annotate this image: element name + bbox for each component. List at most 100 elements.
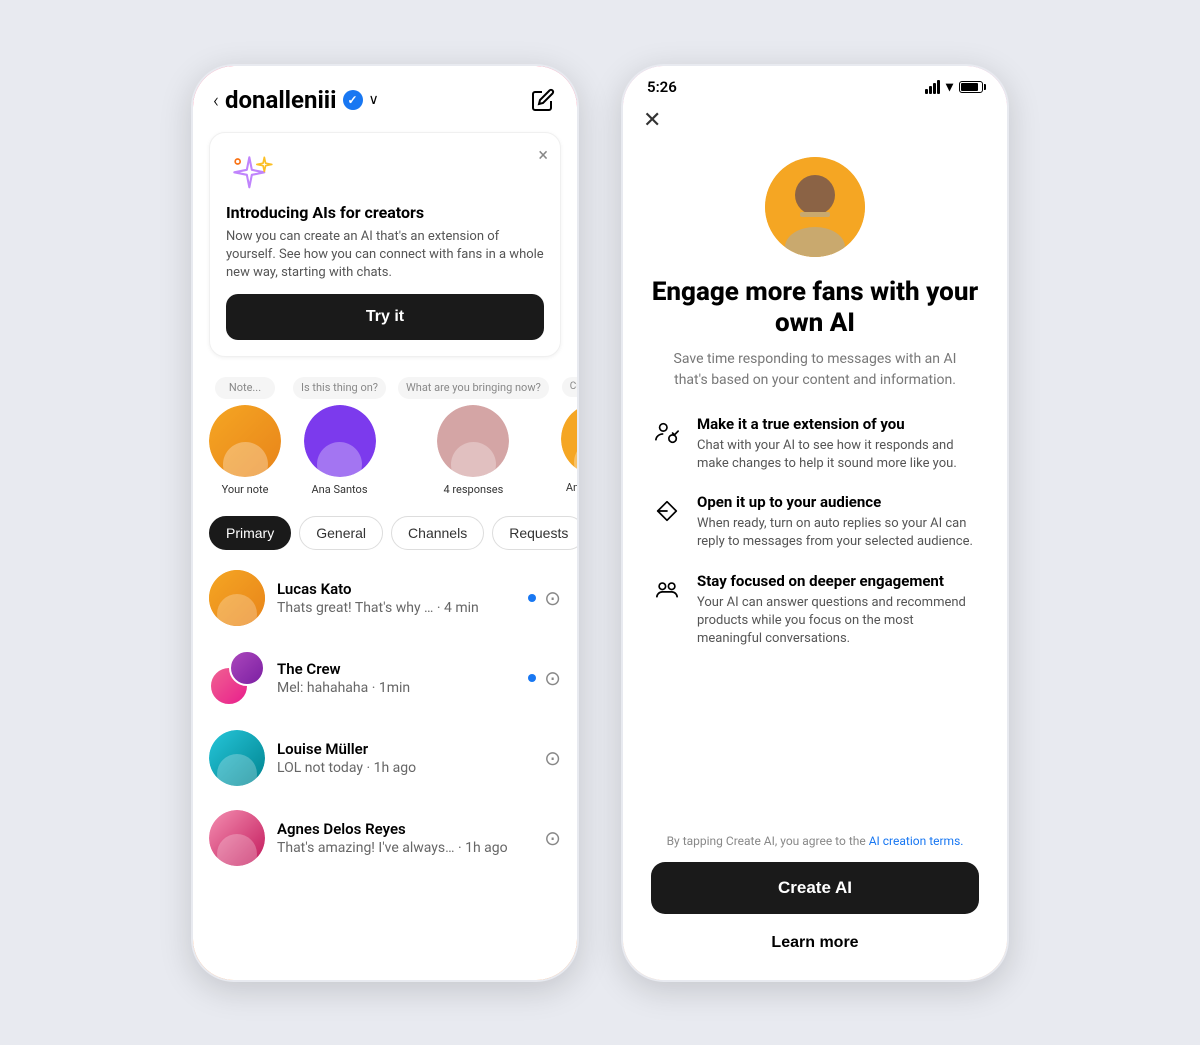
story-avatar-group <box>437 405 509 477</box>
feature-title-audience: Open it up to your audience <box>697 493 979 511</box>
feature-item-extension: Make it a true extension of you Chat wit… <box>651 415 979 473</box>
message-list: Lucas Kato Thats great! That's why … · 4… <box>193 558 577 979</box>
message-preview-louise: LOL not today · 1h ago <box>277 760 532 776</box>
ai-banner-close-button[interactable]: × <box>538 145 548 166</box>
message-actions-agnes: ⊙ <box>544 826 561 850</box>
phones-container: ‹ donalleniii ✓ ∨ × <box>150 23 1050 1023</box>
story-item-responses[interactable]: What are you bringing now? 4 responses <box>398 377 549 496</box>
message-item-louise[interactable]: Louise Müller LOL not today · 1h ago ⊙ <box>193 718 577 798</box>
dropdown-arrow-icon[interactable]: ∨ <box>369 92 379 108</box>
story-bubble-thomas: Currently losing brain cells trying to <box>562 377 577 397</box>
tab-requests[interactable]: Requests <box>492 516 577 550</box>
engagement-icon <box>651 574 683 606</box>
camera-icon-lucas[interactable]: ⊙ <box>544 586 561 610</box>
avatar-louise <box>209 730 265 786</box>
terms-text: By tapping Create AI, you agree to the A… <box>651 834 979 848</box>
battery-fill <box>961 83 978 91</box>
story-note-label: Note... <box>215 377 275 399</box>
feature-title-engagement: Stay focused on deeper engagement <box>697 572 979 590</box>
username: donalleniii <box>225 86 337 114</box>
terms-link[interactable]: AI creation terms. <box>869 834 964 848</box>
wifi-icon: ▾ <box>946 79 953 95</box>
message-body-lucas: Lucas Kato Thats great! That's why … · 4… <box>277 580 516 616</box>
unread-dot-crew <box>528 674 536 682</box>
right-phone: 5:26 ▾ ✕ <box>620 63 1010 983</box>
compose-button[interactable] <box>529 86 557 114</box>
feature-list: Make it a true extension of you Chat wit… <box>651 415 979 648</box>
bar4 <box>937 80 940 94</box>
close-button[interactable]: ✕ <box>643 108 661 133</box>
create-ai-button[interactable]: Create AI <box>651 862 979 914</box>
avatar-lucas <box>209 570 265 626</box>
promo-title: Engage more fans with your own AI <box>651 277 979 339</box>
learn-more-button[interactable]: Learn more <box>651 926 979 960</box>
story-bubble-responses: What are you bringing now? <box>398 377 549 399</box>
message-name-crew: The Crew <box>277 660 516 678</box>
message-name-lucas: Lucas Kato <box>277 580 516 598</box>
ai-banner-description: Now you can create an AI that's an exten… <box>226 228 544 283</box>
avatar-crew <box>209 650 265 706</box>
promo-subtitle: Save time responding to messages with an… <box>665 349 965 391</box>
sparkle-icon <box>226 149 276 199</box>
camera-icon-louise[interactable]: ⊙ <box>544 746 561 770</box>
feature-desc-engagement: Your AI can answer questions and recomme… <box>697 594 979 649</box>
message-item-crew[interactable]: The Crew Mel: hahahaha · 1min ⊙ <box>193 638 577 718</box>
bar3 <box>933 83 936 94</box>
tab-primary[interactable]: Primary <box>209 516 291 550</box>
story-avatar-note <box>209 405 281 477</box>
message-body-louise: Louise Müller LOL not today · 1h ago <box>277 740 532 776</box>
tab-channels[interactable]: Channels <box>391 516 484 550</box>
feature-item-audience: Open it up to your audience When ready, … <box>651 493 979 551</box>
verified-badge: ✓ <box>343 90 363 110</box>
bar2 <box>929 86 932 94</box>
message-body-agnes: Agnes Delos Reyes That's amazing! I've a… <box>277 820 532 856</box>
message-name-louise: Louise Müller <box>277 740 532 758</box>
ai-banner-title: Introducing AIs for creators <box>226 203 544 222</box>
message-item-lucas[interactable]: Lucas Kato Thats great! That's why … · 4… <box>193 558 577 638</box>
try-it-button[interactable]: Try it <box>226 294 544 340</box>
battery-icon <box>959 81 983 93</box>
message-preview-lucas: Thats great! That's why … · 4 min <box>277 600 516 616</box>
story-label-thomas: Ana Thomas <box>566 481 577 494</box>
message-actions-louise: ⊙ <box>544 746 561 770</box>
camera-icon-crew[interactable]: ⊙ <box>544 666 561 690</box>
story-label-ana: Ana Santos <box>312 483 368 496</box>
feature-item-engagement: Stay focused on deeper engagement Your A… <box>651 572 979 649</box>
promo-person-svg <box>765 157 865 257</box>
message-body-crew: The Crew Mel: hahahaha · 1min <box>277 660 516 696</box>
message-name-agnes: Agnes Delos Reyes <box>277 820 532 838</box>
story-avatar-ana <box>304 405 376 477</box>
story-avatar-thomas <box>561 403 577 475</box>
audience-icon <box>651 495 683 527</box>
person-ai-icon <box>651 417 683 449</box>
left-header: ‹ donalleniii ✓ ∨ <box>193 66 577 124</box>
avatar-agnes <box>209 810 265 866</box>
left-phone: ‹ donalleniii ✓ ∨ × <box>190 63 580 983</box>
stories-row: Note... Your note Is this thing on? <box>193 365 577 508</box>
tab-general[interactable]: General <box>299 516 383 550</box>
back-button[interactable]: ‹ <box>213 88 219 112</box>
feature-text-engagement: Stay focused on deeper engagement Your A… <box>697 572 979 649</box>
story-bubble-ana: Is this thing on? <box>293 377 386 399</box>
story-label-note: Your note <box>222 483 269 496</box>
story-label-responses: 4 responses <box>444 483 504 496</box>
story-item-note[interactable]: Note... Your note <box>209 377 281 496</box>
right-header: ✕ <box>623 100 1007 137</box>
story-item-ana-santos[interactable]: Is this thing on? Ana Santos <box>293 377 386 496</box>
header-left: ‹ donalleniii ✓ ∨ <box>213 86 379 114</box>
message-actions-lucas: ⊙ <box>528 586 561 610</box>
feature-desc-extension: Chat with your AI to see how it responds… <box>697 437 979 473</box>
camera-icon-agnes[interactable]: ⊙ <box>544 826 561 850</box>
unread-dot-lucas <box>528 594 536 602</box>
bar1 <box>925 89 928 94</box>
story-item-ana-thomas[interactable]: Currently losing brain cells trying to A… <box>561 377 577 496</box>
left-phone-content: ‹ donalleniii ✓ ∨ × <box>193 66 577 980</box>
promo-footer: By tapping Create AI, you agree to the A… <box>623 834 1007 980</box>
message-item-agnes[interactable]: Agnes Delos Reyes That's amazing! I've a… <box>193 798 577 878</box>
ai-promo: Engage more fans with your own AI Save t… <box>623 137 1007 834</box>
feature-text-audience: Open it up to your audience When ready, … <box>697 493 979 551</box>
right-phone-content: 5:26 ▾ ✕ <box>623 66 1007 980</box>
status-time: 5:26 <box>647 78 677 96</box>
message-preview-crew: Mel: hahahaha · 1min <box>277 680 516 696</box>
feature-desc-audience: When ready, turn on auto replies so your… <box>697 515 979 551</box>
